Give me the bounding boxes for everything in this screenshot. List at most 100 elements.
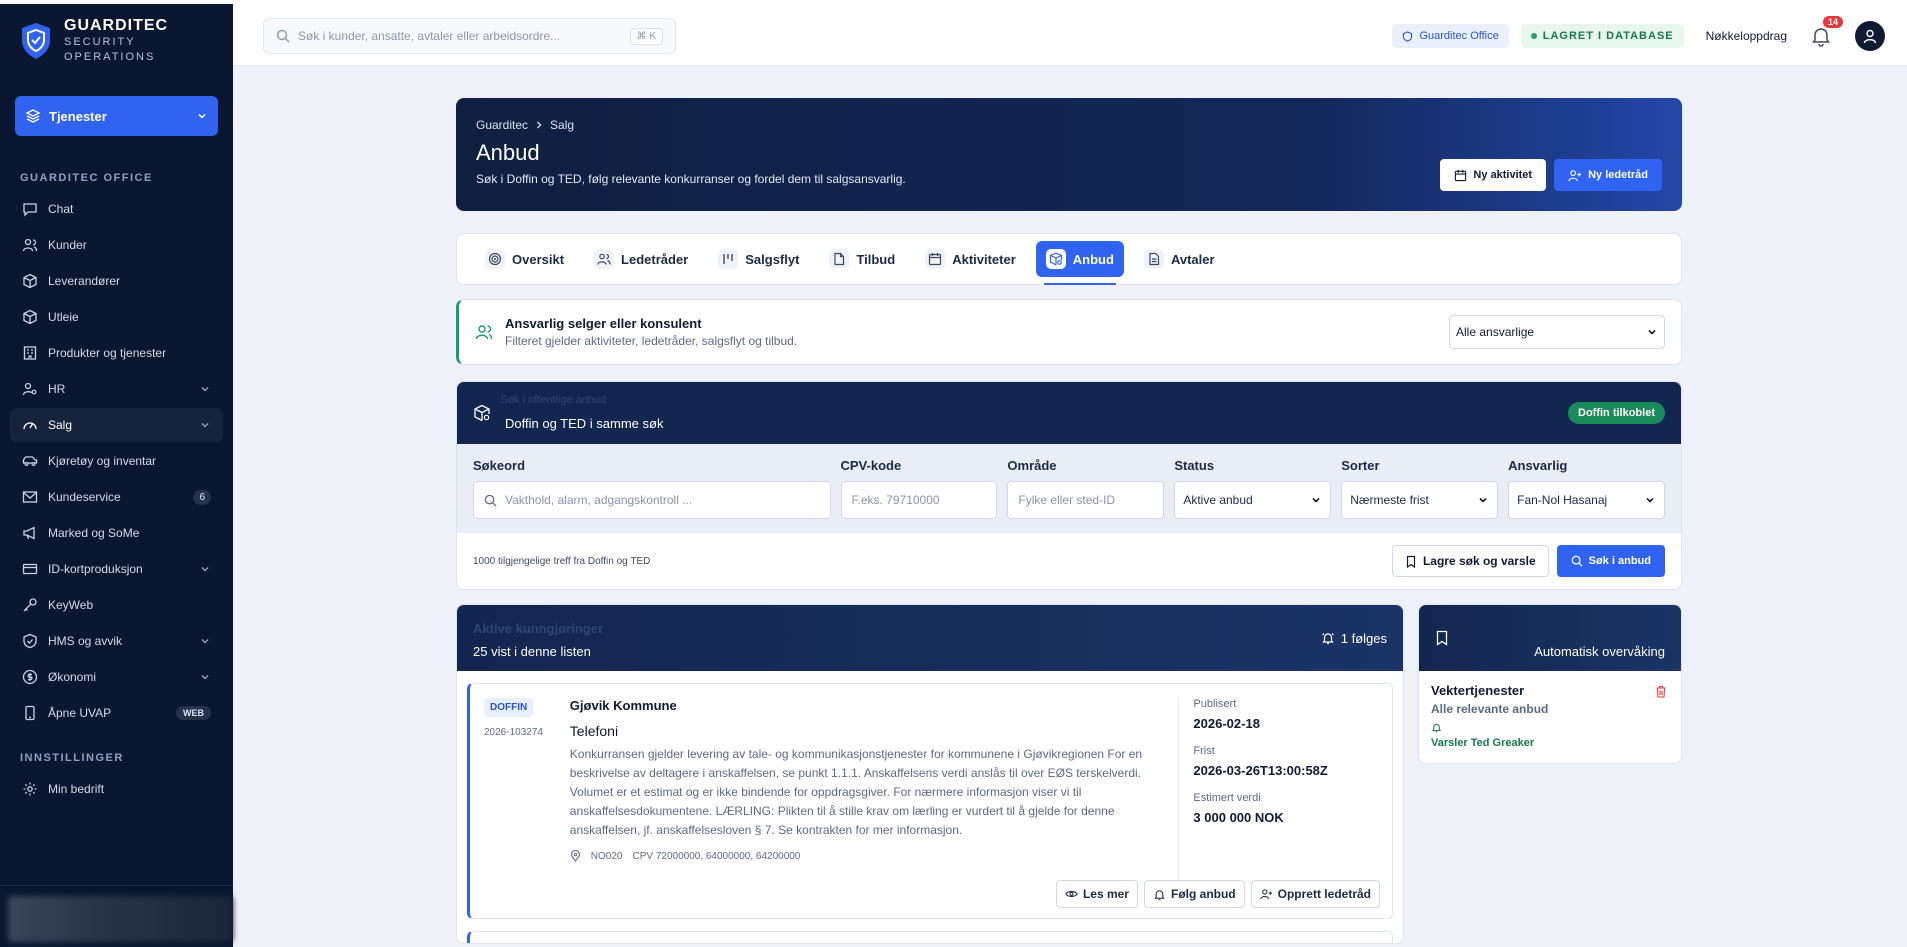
search-shortcut: ⌘ K (629, 27, 663, 45)
responsible-select[interactable]: Alle ansvarlige (1449, 315, 1665, 349)
sidebar-item-keyweb[interactable]: KeyWeb (10, 588, 223, 622)
brand[interactable]: GUARDITEC SECURITY OPERATIONS (0, 4, 233, 78)
bookmark-icon (1406, 555, 1416, 568)
office-badge[interactable]: Guarditec Office (1392, 24, 1509, 48)
sidebar-item-kundeservice[interactable]: Kundeservice 6 (10, 480, 223, 514)
document-icon (834, 252, 845, 266)
eye-icon (1065, 891, 1078, 897)
users-icon (22, 238, 38, 252)
sidebar-item-okonomi[interactable]: Økonomi (10, 660, 223, 694)
sidebar-item-idkort[interactable]: ID-kortproduksjon (10, 552, 223, 586)
notifications-button[interactable]: 14 (1809, 16, 1843, 48)
responsible-filter: Ansvarlig selger eller konsulent Filtere… (456, 299, 1682, 365)
breadcrumb-salg[interactable]: Salg (550, 118, 574, 132)
user-key-icon (22, 382, 37, 396)
sidebar-item-label: Utleie (48, 310, 79, 324)
sidebar-item-kjoretoy[interactable]: Kjøretøy og inventar (10, 444, 223, 478)
source-badge: DOFFIN (484, 698, 534, 717)
sidebar-item-label: HR (48, 382, 66, 396)
sort-select[interactable]: Nærmeste frist (1341, 481, 1499, 519)
active-notices-subtitle: 25 vist i denne listen (473, 643, 591, 659)
cpv-label: CPV-kode (840, 458, 902, 473)
shield-logo-icon (22, 23, 50, 59)
sidebar-item-label: Produkter og tjenester (48, 346, 167, 360)
trash-icon[interactable] (1655, 685, 1667, 698)
tab-anbud[interactable]: Anbud (1035, 241, 1124, 285)
breadcrumb-guarditec[interactable]: Guarditec (476, 118, 528, 132)
web-badge: WEB (176, 706, 211, 720)
sidebar-item-salg[interactable]: Salg (10, 408, 223, 442)
sidebar-item-produkter[interactable]: Produkter og tjenester (10, 336, 223, 370)
cpv-input[interactable]: F.eks. 79710000 (840, 481, 998, 519)
area-placeholder: Fylke eller sted-ID (1018, 493, 1116, 507)
bell-ring-icon (1321, 633, 1334, 645)
tab-aktiviteter[interactable]: Aktiviteter (915, 241, 1026, 277)
gauge-icon (23, 422, 37, 430)
tab-avtaler[interactable]: Avtaler (1134, 241, 1225, 277)
new-activity-button[interactable]: Ny aktivitet (1440, 159, 1547, 191)
sidebar-item-utleie[interactable]: Utleie (10, 300, 223, 334)
following-label: 1 følges (1340, 630, 1387, 646)
tab-salgsflyt[interactable]: Salgsflyt (708, 241, 809, 277)
sidebar-item-chat[interactable]: Chat (10, 192, 223, 226)
following-count[interactable]: 1 følges (1321, 631, 1387, 646)
responsible-search-select[interactable]: Fan-Nol Hasanaj (1508, 481, 1666, 519)
tab-label: Avtaler (1170, 251, 1215, 267)
sidebar-item-label: Kundeservice (48, 490, 121, 504)
new-lead-button[interactable]: Ny ledetråd (1554, 159, 1662, 191)
save-search-label: Lagre søk og varsle (1422, 554, 1536, 568)
shield-icon (1403, 30, 1413, 42)
tab-oversikt[interactable]: Oversikt (475, 241, 574, 277)
box-icon (23, 309, 37, 325)
tender-title: Telefoni (569, 723, 619, 739)
sidebar-item-hms[interactable]: HMS og avvik (10, 624, 223, 658)
sidebar-item-uvap[interactable]: Åpne UVAP WEB (10, 696, 223, 730)
tab-tilbud[interactable]: Tilbud (819, 241, 905, 277)
sidebar-item-label: Kunder (48, 238, 87, 252)
megaphone-icon (23, 526, 35, 540)
tender-card[interactable]: DOFFIN 2026-103274 Gjøvik Kommune Telefo… (467, 683, 1393, 919)
dollar-icon (22, 669, 38, 685)
tender-search-subtitle: Doffin og TED i samme søk (505, 415, 664, 431)
sidebar-item-label: Chat (48, 202, 74, 216)
sidebar-item-label: Salg (48, 418, 73, 432)
save-search-button[interactable]: Lagre søk og varsle (1391, 545, 1549, 577)
search-tenders-button[interactable]: Søk i anbud (1556, 545, 1665, 577)
sidebar-item-label: Åpne UVAP (48, 706, 112, 720)
published-value: 2026-02-18 (1193, 716, 1260, 731)
blurred-user-info (8, 896, 233, 942)
monitor-item[interactable]: Vektertjenester Alle relevante anbud Var… (1419, 671, 1681, 761)
sidebar-item-leverandorer[interactable]: Leverandører (10, 264, 223, 298)
doffin-connected-badge: Doffin tilkoblet (1568, 402, 1665, 424)
monitor-item-title: Vektertjenester (1431, 683, 1525, 698)
keyword-input[interactable]: Vakthold, alarm, adgangskontroll ... (473, 481, 831, 519)
create-lead-button[interactable]: Opprett ledetråd (1250, 880, 1380, 908)
tab-label: Tilbud (856, 251, 896, 267)
tender-region: NO020 (590, 850, 623, 862)
bookmark-icon (1436, 630, 1448, 646)
keys-link[interactable]: Nøkkeloppdrag (1706, 29, 1787, 43)
avatar[interactable] (1855, 21, 1885, 51)
user-profile-area[interactable] (0, 885, 233, 947)
services-dropdown[interactable]: Tjenester (15, 96, 218, 136)
create-lead-label: Opprett ledetråd (1277, 887, 1371, 901)
area-label: Område (1007, 458, 1057, 473)
sidebar-item-marked[interactable]: Marked og SoMe (10, 516, 223, 550)
tender-card-next[interactable] (467, 931, 1393, 943)
follow-tender-button[interactable]: Følg anbud (1143, 880, 1245, 908)
read-more-button[interactable]: Les mer (1055, 880, 1138, 908)
chevron-down-icon (201, 639, 209, 644)
area-input[interactable]: Fylke eller sted-ID (1007, 481, 1165, 519)
box-icon (23, 273, 37, 289)
deadline-label: Frist (1193, 745, 1215, 757)
sidebar-item-hr[interactable]: HR (10, 372, 223, 406)
status-select[interactable]: Aktive anbud (1174, 481, 1332, 519)
status-label: Status (1174, 458, 1215, 473)
sidebar-item-kunder[interactable]: Kunder (10, 228, 223, 262)
sidebar-item-label: KeyWeb (48, 598, 94, 612)
sidebar-item-min-bedrift[interactable]: Min bedrift (10, 772, 223, 806)
keyword-label: Søkeord (473, 458, 526, 473)
global-search-input[interactable]: Søk i kunder, ansatte, avtaler eller arb… (263, 18, 676, 54)
tab-ledetrader[interactable]: Ledetråder (584, 241, 698, 277)
brand-line1: SECURITY (64, 36, 136, 48)
